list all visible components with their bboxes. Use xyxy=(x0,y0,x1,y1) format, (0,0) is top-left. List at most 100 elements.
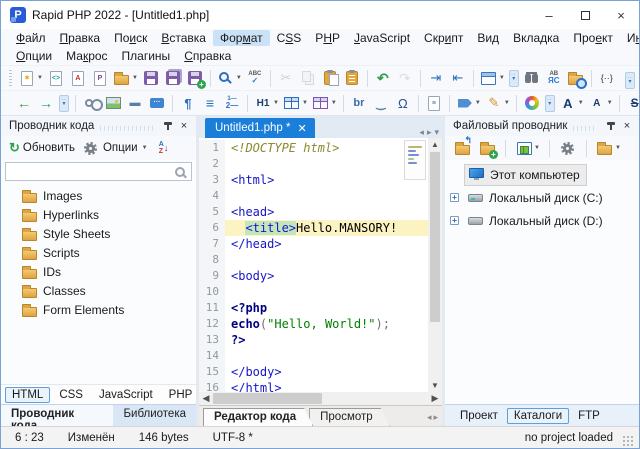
vertical-scroll-thumb[interactable] xyxy=(430,152,440,322)
menu-php[interactable]: PHP xyxy=(308,30,347,46)
menu-file[interactable]: Файл xyxy=(9,30,53,46)
horizontal-rule-button[interactable]: ▬ xyxy=(125,93,145,113)
outdent-button[interactable]: ⇤ xyxy=(448,68,468,88)
menu-javascript[interactable]: JavaScript xyxy=(347,30,417,46)
code-editor[interactable]: 1<!DOCTYPE html>23<html>45<head>6 <title… xyxy=(199,138,428,392)
close-panel-icon[interactable]: × xyxy=(176,118,192,134)
toolbar1-overflow-button[interactable]: ··▾ xyxy=(508,69,520,88)
view-tab-prev-icon[interactable]: ◂ xyxy=(427,412,432,423)
code-line[interactable]: 4 xyxy=(199,188,428,204)
bullet-list-button[interactable]: ≡ xyxy=(200,93,220,113)
cut-button[interactable]: ✂ xyxy=(276,68,296,88)
strikethrough-button[interactable]: S▼ xyxy=(625,93,640,113)
tree-item-style-sheets[interactable]: Style Sheets xyxy=(1,224,196,243)
code-minimap[interactable] xyxy=(404,140,426,180)
tab-css[interactable]: CSS xyxy=(52,387,90,403)
code-line[interactable]: 7</head> xyxy=(199,236,428,252)
tab-php[interactable]: PHP xyxy=(162,387,200,403)
sort-button[interactable]: AZ↓ xyxy=(153,138,175,158)
code-line[interactable]: 15</body> xyxy=(199,364,428,380)
search-button[interactable]: ▼ xyxy=(216,68,243,88)
spell-check-button[interactable]: ABC✓ xyxy=(245,68,265,88)
file-tree-item[interactable]: +Локальный диск (D:) xyxy=(445,209,639,232)
tab-проводник-кода[interactable]: Проводник кода xyxy=(1,405,113,426)
vertical-scrollbar[interactable]: ▲ ▼ xyxy=(428,138,442,392)
paragraph-button[interactable]: ¶ xyxy=(178,93,198,113)
code-line[interactable]: 10 xyxy=(199,284,428,300)
undo-button[interactable]: ↶ xyxy=(373,68,393,88)
insert-table-button[interactable]: ▼ xyxy=(282,93,309,113)
tab-list-icon[interactable]: ▾ xyxy=(434,127,439,138)
line-break-button[interactable]: br xyxy=(349,93,369,113)
code-snippets-button[interactable]: {··} xyxy=(597,68,617,88)
insert-image-button[interactable] xyxy=(103,93,123,113)
scroll-left-icon[interactable]: ◀ xyxy=(199,393,213,404)
menu-view[interactable]: Вид xyxy=(470,30,506,46)
save-button[interactable] xyxy=(141,68,161,88)
pin-icon[interactable] xyxy=(160,118,176,134)
close-tab-icon[interactable]: ✕ xyxy=(297,122,306,135)
tab-javascript[interactable]: JavaScript xyxy=(92,387,160,403)
tab-каталоги[interactable]: Каталоги xyxy=(507,408,569,424)
tab-просмотр[interactable]: Просмотр xyxy=(309,408,390,426)
close-button[interactable]: × xyxy=(603,1,639,29)
clipboard-button[interactable] xyxy=(342,68,362,88)
code-line[interactable]: 8 xyxy=(199,252,428,268)
view-tab-next-icon[interactable]: ▸ xyxy=(433,412,438,423)
tab-scroll-right-icon[interactable]: ▸ xyxy=(427,127,432,138)
special-char-button[interactable]: Ω xyxy=(393,93,413,113)
tree-item-hyperlinks[interactable]: Hyperlinks xyxy=(1,205,196,224)
menu-edit[interactable]: Правка xyxy=(53,30,108,46)
code-line[interactable]: 1<!DOCTYPE html> xyxy=(199,140,428,156)
folder-up-button[interactable] xyxy=(452,138,472,158)
close-panel-icon[interactable]: × xyxy=(619,118,635,134)
insert-form-button[interactable]: ▼ xyxy=(311,93,338,113)
back-button[interactable]: ← xyxy=(14,93,34,113)
tree-item-form-elements[interactable]: Form Elements xyxy=(1,300,196,319)
insert-script-button[interactable]: ≡ xyxy=(424,93,444,113)
resize-grip[interactable] xyxy=(623,436,633,446)
expand-icon[interactable]: + xyxy=(450,193,459,202)
file-tree-item[interactable]: +Локальный диск (C:) xyxy=(445,186,639,209)
forward-button[interactable]: → xyxy=(36,93,56,113)
menu-css[interactable]: CSS xyxy=(270,30,309,46)
format-brush-button[interactable]: ✎▼ xyxy=(484,93,511,113)
horizontal-scrollbar[interactable]: ◀ ▶ xyxy=(199,392,442,405)
nav-overflow-button[interactable]: ··▾ xyxy=(58,94,70,113)
code-line[interactable]: 12echo("Hello, World!"); xyxy=(199,316,428,332)
horizontal-scroll-thumb[interactable] xyxy=(213,393,322,404)
menu-script[interactable]: Скрипт xyxy=(417,30,470,46)
find-in-files-button[interactable] xyxy=(522,68,542,88)
code-line[interactable]: 5<head> xyxy=(199,204,428,220)
menu-help[interactable]: Справка xyxy=(177,48,238,64)
menu-project[interactable]: Проект xyxy=(566,30,620,46)
panels-button[interactable]: ▼ xyxy=(479,68,506,88)
scroll-right-icon[interactable]: ▶ xyxy=(428,393,442,404)
new-php-document-button[interactable]: P xyxy=(90,68,110,88)
save-all-button[interactable] xyxy=(163,68,183,88)
insert-link-button[interactable] xyxy=(81,93,101,113)
refresh-button[interactable]: ↻ Обновить xyxy=(7,139,77,157)
numbered-list-button[interactable]: 1—2— xyxy=(222,93,242,113)
menu-tab[interactable]: Вкладка xyxy=(506,30,566,46)
tab-редактор-кода[interactable]: Редактор кода xyxy=(203,408,313,426)
view-mode-button[interactable]: ▼ xyxy=(514,138,541,158)
new-file-button[interactable]: ✶▼ xyxy=(17,68,44,88)
code-line[interactable]: 2 xyxy=(199,156,428,172)
format-overflow-button[interactable]: ··▾ xyxy=(544,94,556,113)
redo-button[interactable]: ↷ xyxy=(395,68,415,88)
new-folder-button[interactable] xyxy=(477,138,497,158)
tab-scroll-left-icon[interactable]: ◂ xyxy=(419,127,424,138)
code-line[interactable]: 11<?php xyxy=(199,300,428,316)
comment-button[interactable] xyxy=(147,93,167,113)
scroll-up-icon[interactable]: ▲ xyxy=(431,138,439,151)
menu-options[interactable]: Опции xyxy=(9,48,59,64)
menu-tools[interactable]: Инструменты xyxy=(620,30,640,46)
menu-plugins[interactable]: Плагины xyxy=(115,48,178,64)
file-tree-item[interactable]: +Этот компьютер xyxy=(445,163,639,186)
new-html-document-button[interactable]: A xyxy=(68,68,88,88)
code-line[interactable]: 14 xyxy=(199,348,428,364)
tab-проект[interactable]: Проект xyxy=(453,408,505,424)
indent-button[interactable]: ⇥ xyxy=(426,68,446,88)
code-explorer-search-input[interactable] xyxy=(6,166,175,178)
